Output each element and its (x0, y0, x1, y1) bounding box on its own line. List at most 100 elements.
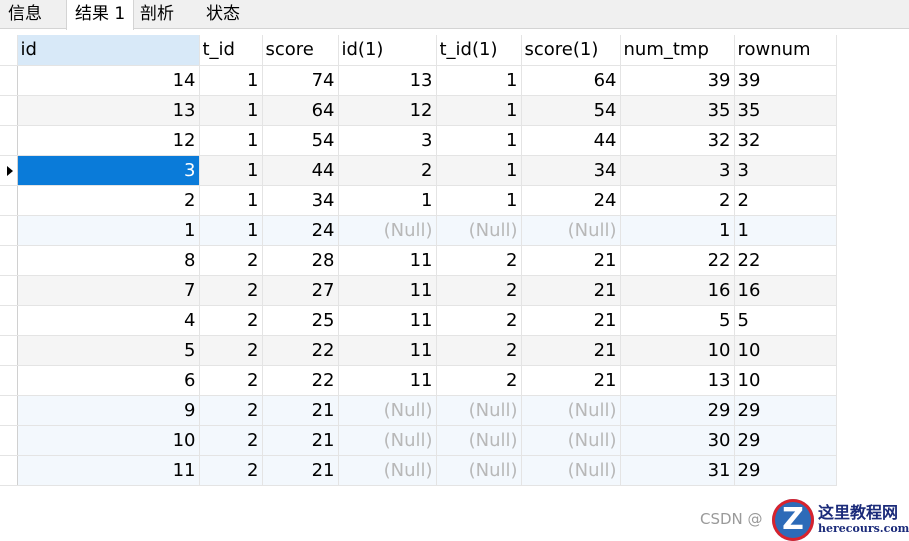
table-cell[interactable]: 35 (734, 95, 837, 126)
table-cell[interactable]: 21 (521, 275, 621, 306)
column-header-num-tmp[interactable]: num_tmp (620, 35, 735, 66)
column-header-rownum[interactable]: rownum (734, 35, 837, 66)
table-cell[interactable]: 1 (199, 125, 263, 156)
column-header-score[interactable]: score (262, 35, 339, 66)
row-indicator[interactable] (0, 125, 18, 156)
table-cell[interactable]: 2 (436, 365, 522, 396)
table-cell[interactable]: 22 (734, 245, 837, 276)
table-cell[interactable]: 13 (338, 65, 437, 96)
table-cell[interactable]: 6 (17, 365, 200, 396)
table-cell[interactable]: (Null) (338, 425, 437, 456)
table-cell[interactable]: 13 (620, 365, 735, 396)
table-cell[interactable]: 9 (17, 395, 200, 426)
table-cell[interactable]: 1 (17, 215, 200, 246)
table-cell[interactable]: 24 (521, 185, 621, 216)
table-cell[interactable]: 1 (199, 155, 263, 186)
column-header-score-1[interactable]: score(1) (521, 35, 621, 66)
table-cell[interactable]: 2 (199, 335, 263, 366)
table-cell[interactable]: 1 (436, 155, 522, 186)
table-cell[interactable]: 12 (338, 95, 437, 126)
row-indicator[interactable] (0, 275, 18, 306)
row-indicator[interactable] (0, 185, 18, 216)
table-cell[interactable]: (Null) (436, 455, 522, 486)
table-row[interactable]: 3 1 44 2 1 34 3 3 (0, 155, 837, 186)
table-cell[interactable]: 11 (338, 335, 437, 366)
table-cell[interactable]: 12 (17, 125, 200, 156)
table-cell[interactable]: 29 (620, 395, 735, 426)
table-cell[interactable]: 1 (436, 125, 522, 156)
table-cell[interactable]: 1 (620, 215, 735, 246)
table-cell[interactable]: 5 (734, 305, 837, 336)
table-cell[interactable]: 21 (262, 425, 339, 456)
table-cell[interactable]: 74 (262, 65, 339, 96)
table-cell[interactable]: 25 (262, 305, 339, 336)
table-cell[interactable]: 11 (338, 365, 437, 396)
table-cell[interactable]: 8 (17, 245, 200, 276)
table-cell[interactable]: 4 (17, 305, 200, 336)
row-indicator[interactable] (0, 425, 18, 456)
table-cell[interactable]: 31 (620, 455, 735, 486)
column-header-id[interactable]: id (17, 35, 200, 66)
table-cell[interactable]: 54 (521, 95, 621, 126)
table-cell[interactable]: (Null) (521, 425, 621, 456)
table-cell[interactable]: 2 (436, 275, 522, 306)
table-row[interactable]: 8 2 28 11 2 21 22 22 (0, 245, 837, 276)
table-row[interactable]: 13 1 64 12 1 54 35 35 (0, 95, 837, 126)
table-row[interactable]: 9 2 21 (Null) (Null) (Null) 29 29 (0, 395, 837, 426)
row-indicator[interactable] (0, 305, 18, 336)
table-cell[interactable]: 10 (17, 425, 200, 456)
table-cell[interactable]: 29 (734, 455, 837, 486)
table-cell[interactable]: 22 (262, 365, 339, 396)
row-indicator[interactable] (0, 455, 18, 486)
table-cell[interactable]: 3 (734, 155, 837, 186)
table-cell[interactable]: 2 (199, 275, 263, 306)
table-cell[interactable]: 1 (436, 95, 522, 126)
table-cell[interactable]: 34 (521, 155, 621, 186)
table-cell[interactable]: 3 (338, 125, 437, 156)
table-cell[interactable]: 39 (734, 65, 837, 96)
table-cell[interactable]: 2 (620, 185, 735, 216)
table-cell[interactable]: 16 (734, 275, 837, 306)
table-cell[interactable]: 2 (199, 425, 263, 456)
table-cell[interactable]: 1 (436, 65, 522, 96)
table-cell[interactable]: 29 (734, 395, 837, 426)
table-cell[interactable]: 21 (521, 335, 621, 366)
table-cell[interactable]: (Null) (436, 215, 522, 246)
table-cell[interactable]: 44 (521, 125, 621, 156)
table-row[interactable]: 4 2 25 11 2 21 5 5 (0, 305, 837, 336)
table-row[interactable]: 12 1 54 3 1 44 32 32 (0, 125, 837, 156)
table-cell[interactable]: 13 (17, 95, 200, 126)
table-cell[interactable]: 16 (620, 275, 735, 306)
row-indicator[interactable] (0, 245, 18, 276)
table-row[interactable]: 5 2 22 11 2 21 10 10 (0, 335, 837, 366)
table-cell[interactable]: 28 (262, 245, 339, 276)
table-cell[interactable]: 10 (734, 335, 837, 366)
table-cell[interactable]: 11 (338, 275, 437, 306)
table-cell[interactable]: 21 (521, 305, 621, 336)
table-cell[interactable]: 1 (199, 95, 263, 126)
table-cell[interactable]: 27 (262, 275, 339, 306)
table-cell[interactable]: 32 (620, 125, 735, 156)
table-cell[interactable]: 2 (199, 245, 263, 276)
table-cell[interactable]: 1 (199, 65, 263, 96)
table-cell[interactable]: 5 (620, 305, 735, 336)
table-row[interactable]: 6 2 22 11 2 21 13 10 (0, 365, 837, 396)
table-cell[interactable]: 2 (17, 185, 200, 216)
table-cell[interactable]: (Null) (521, 395, 621, 426)
table-cell[interactable]: (Null) (521, 455, 621, 486)
table-cell[interactable]: 30 (620, 425, 735, 456)
table-cell[interactable]: 2 (436, 335, 522, 366)
table-cell[interactable]: 1 (199, 185, 263, 216)
table-cell[interactable]: 2 (436, 245, 522, 276)
table-cell[interactable]: 2 (199, 455, 263, 486)
table-cell[interactable]: 1 (199, 215, 263, 246)
table-cell[interactable]: 35 (620, 95, 735, 126)
table-cell[interactable]: 11 (338, 305, 437, 336)
table-cell[interactable]: 2 (734, 185, 837, 216)
table-cell[interactable]: 21 (262, 455, 339, 486)
table-cell[interactable]: 2 (199, 365, 263, 396)
table-cell[interactable]: 1 (436, 185, 522, 216)
table-cell[interactable]: (Null) (338, 395, 437, 426)
table-cell[interactable]: 7 (17, 275, 200, 306)
table-cell[interactable]: 29 (734, 425, 837, 456)
